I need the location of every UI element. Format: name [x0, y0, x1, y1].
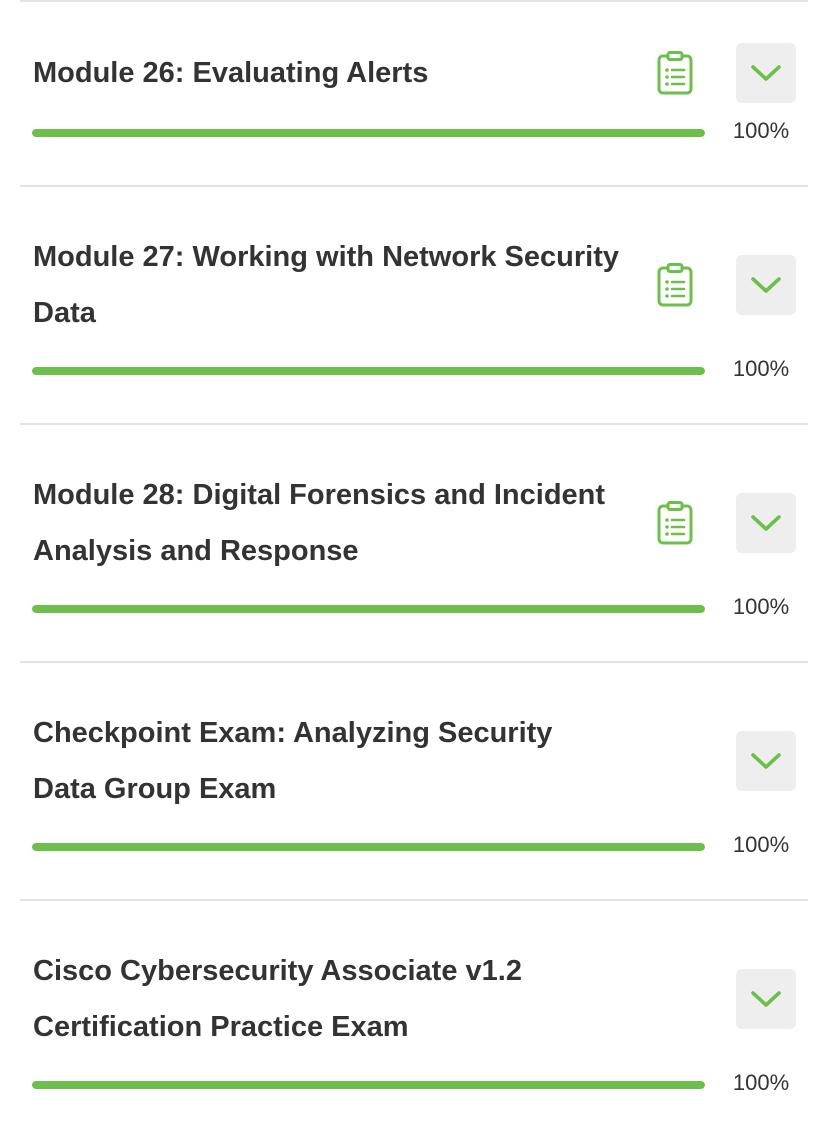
- progress-bar-fill: [32, 129, 705, 137]
- module-item: Module 27: Working with Network Security…: [0, 187, 827, 425]
- progress-percent: 100%: [732, 118, 790, 143]
- progress-bar: [32, 605, 705, 613]
- progress-percent: 100%: [732, 1070, 790, 1095]
- module-title: Module 28: Digital Forensics and Inciden…: [33, 479, 606, 567]
- progress-bar: [32, 1081, 705, 1089]
- module-title: Module 26: Evaluating Alerts: [33, 57, 429, 89]
- clipboard-checklist-icon: [656, 51, 694, 95]
- clipboard-checklist-icon: [656, 501, 694, 545]
- clipboard-checklist-icon: [656, 263, 694, 307]
- expand-toggle-button[interactable]: [736, 493, 796, 553]
- progress-percent: 100%: [732, 356, 790, 381]
- expand-toggle-button[interactable]: [736, 731, 796, 791]
- module-item: Checkpoint Exam: Analyzing Security Data…: [0, 663, 827, 901]
- progress-bar: [32, 367, 705, 375]
- progress-bar-fill: [32, 605, 705, 613]
- progress-bar-fill: [32, 1081, 705, 1089]
- progress-percent: 100%: [732, 594, 790, 619]
- module-title: Checkpoint Exam: Analyzing Security Data…: [33, 717, 553, 805]
- expand-toggle-button[interactable]: [736, 43, 796, 103]
- progress-percent: 100%: [732, 832, 790, 857]
- chevron-down-icon: [750, 751, 782, 771]
- module-title: Module 27: Working with Network Security…: [33, 241, 619, 329]
- chevron-down-icon: [750, 989, 782, 1009]
- module-item: Cisco Cybersecurity Associate v1.2 Certi…: [0, 901, 827, 1128]
- module-item: Module 26: Evaluating Alerts 100%: [0, 0, 827, 187]
- expand-toggle-button[interactable]: [736, 969, 796, 1029]
- progress-bar: [32, 129, 705, 137]
- module-title: Cisco Cybersecurity Associate v1.2 Certi…: [33, 955, 522, 1043]
- progress-bar-fill: [32, 367, 705, 375]
- chevron-down-icon: [750, 63, 782, 83]
- module-item: Module 28: Digital Forensics and Inciden…: [0, 425, 827, 663]
- expand-toggle-button[interactable]: [736, 255, 796, 315]
- chevron-down-icon: [750, 275, 782, 295]
- chevron-down-icon: [750, 513, 782, 533]
- progress-bar: [32, 843, 705, 851]
- progress-bar-fill: [32, 843, 705, 851]
